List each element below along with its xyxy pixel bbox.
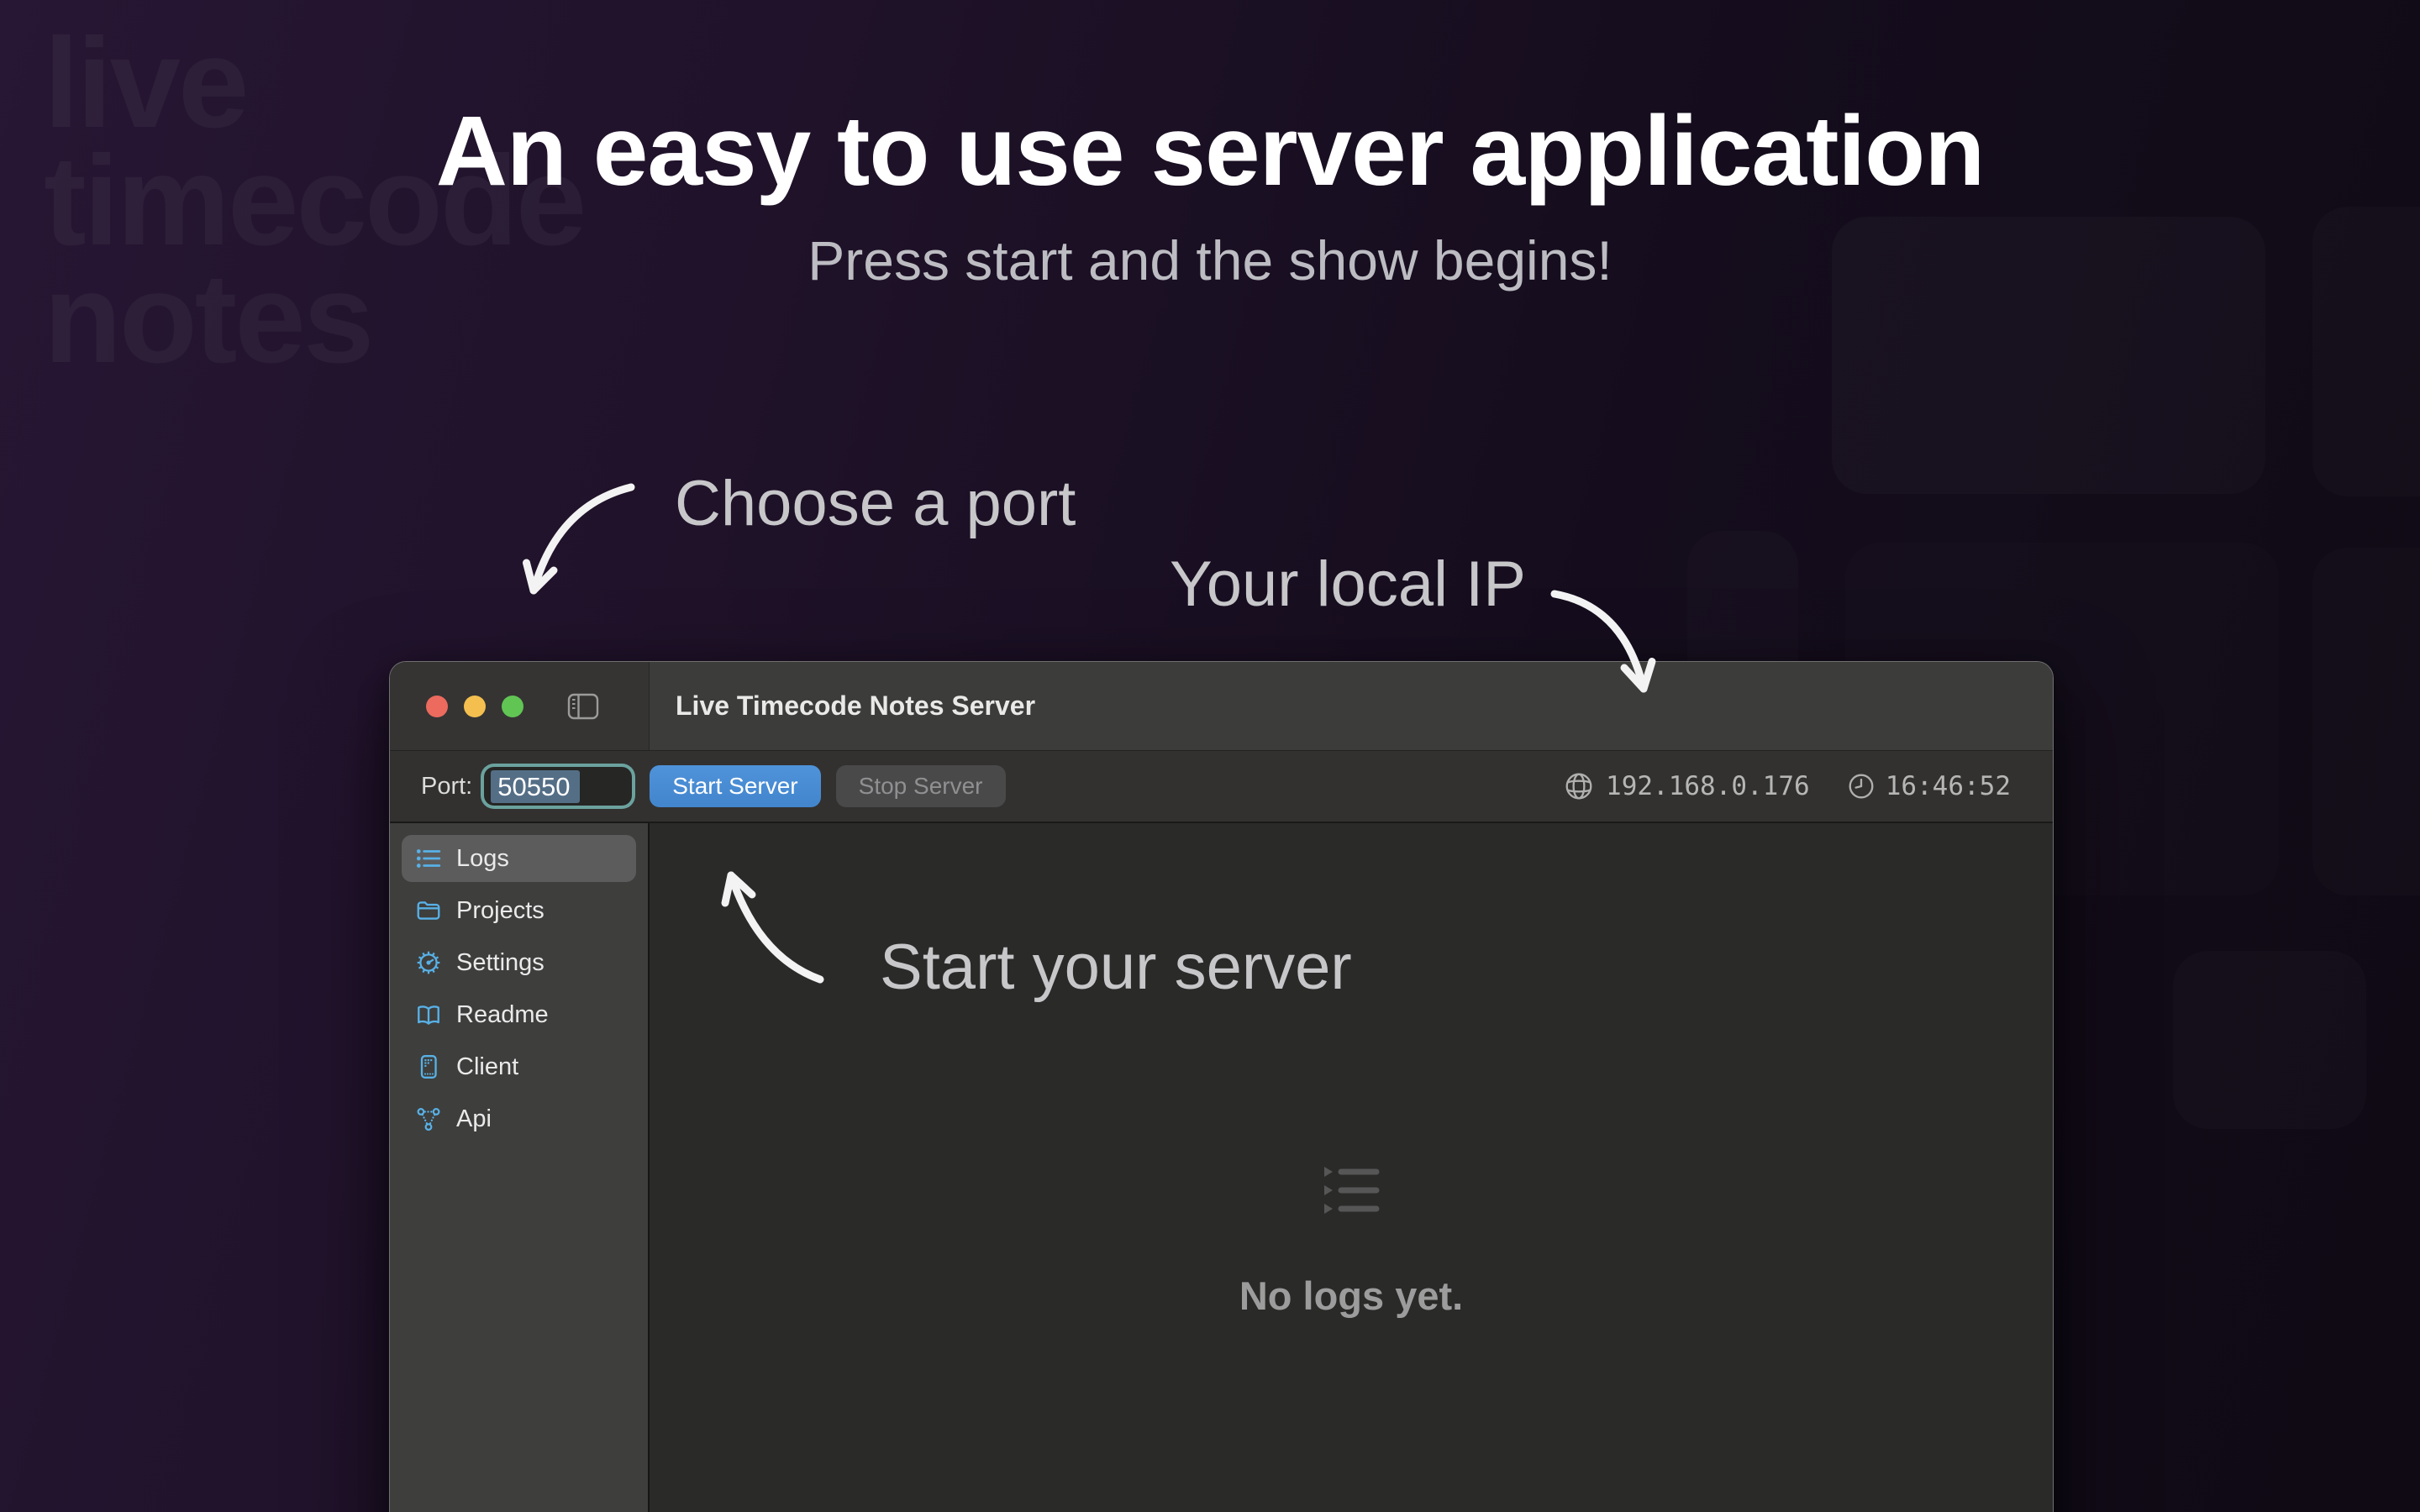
sidebar-toggle-icon[interactable] bbox=[565, 690, 602, 722]
sidebar-item-projects[interactable]: Projects bbox=[402, 887, 636, 934]
background-tile bbox=[2312, 548, 2420, 895]
sidebar-item-label: Api bbox=[456, 1105, 492, 1133]
sidebar-item-label: Settings bbox=[456, 949, 544, 977]
port-value-selected-text: 50550 bbox=[491, 770, 580, 803]
port-input[interactable]: 50550 bbox=[484, 767, 632, 806]
annotation-start-your-server: Start your server bbox=[880, 931, 1352, 1004]
clock-time-value: 16:46:52 bbox=[1886, 771, 2011, 801]
arrow-to-local-ip bbox=[1544, 581, 1658, 703]
annotation-your-local-ip: Your local IP bbox=[1170, 548, 1526, 621]
empty-logs-icon bbox=[1319, 1166, 1383, 1221]
sidebar: Logs Projects bbox=[390, 823, 650, 1512]
stop-server-button[interactable]: Stop Server bbox=[836, 765, 1006, 807]
page-subtitle: Press start and the show begins! bbox=[0, 228, 2420, 292]
toolbar-status-area: 192.168.0.176 16:46:52 bbox=[1564, 771, 2011, 801]
background-tile bbox=[2173, 951, 2366, 1129]
sidebar-item-label: Projects bbox=[456, 897, 544, 925]
close-window-button[interactable] bbox=[426, 696, 448, 717]
page-background: live timecode notes An easy to use serve… bbox=[0, 0, 2420, 1512]
start-server-button[interactable]: Start Server bbox=[650, 765, 820, 807]
titlebar-main-section: Live Timecode Notes Server bbox=[650, 662, 2053, 750]
app-window: Live Timecode Notes Server Port: 50550 S… bbox=[389, 661, 2054, 1512]
window-titlebar: Live Timecode Notes Server bbox=[390, 662, 2053, 750]
sidebar-item-settings[interactable]: Settings bbox=[402, 939, 636, 986]
clock-icon bbox=[1847, 772, 1876, 801]
zoom-window-button[interactable] bbox=[502, 696, 523, 717]
sidebar-item-label: Readme bbox=[456, 1001, 549, 1029]
empty-state: No logs yet. bbox=[650, 1166, 2053, 1319]
minimize-window-button[interactable] bbox=[464, 696, 486, 717]
globe-icon bbox=[1564, 771, 1594, 801]
list-bullet-icon bbox=[415, 845, 442, 872]
sidebar-item-label: Client bbox=[456, 1053, 518, 1081]
empty-state-message: No logs yet. bbox=[1239, 1273, 1463, 1319]
local-ip-value: 192.168.0.176 bbox=[1606, 771, 1810, 801]
sidebar-item-api[interactable]: Api bbox=[402, 1095, 636, 1142]
gear-icon bbox=[415, 949, 442, 976]
arrow-to-start-button bbox=[716, 860, 834, 990]
folder-icon bbox=[415, 897, 442, 924]
page-title: An easy to use server application bbox=[0, 94, 2420, 208]
logs-content-area: No logs yet. bbox=[650, 823, 2053, 1512]
titlebar-sidebar-section bbox=[390, 662, 650, 750]
sidebar-item-readme[interactable]: Readme bbox=[402, 991, 636, 1038]
annotation-choose-port: Choose a port bbox=[675, 467, 1076, 540]
arrow-to-port-input bbox=[517, 477, 643, 612]
port-label: Port: bbox=[421, 773, 472, 801]
window-title: Live Timecode Notes Server bbox=[676, 690, 1035, 722]
sidebar-item-label: Logs bbox=[456, 845, 509, 873]
client-device-icon bbox=[415, 1053, 442, 1080]
api-nodes-icon bbox=[415, 1105, 442, 1132]
sidebar-item-client[interactable]: Client bbox=[402, 1043, 636, 1090]
open-book-icon bbox=[415, 1001, 442, 1028]
window-body: Logs Projects bbox=[390, 823, 2053, 1512]
toolbar: Port: 50550 Start Server Stop Server 192… bbox=[390, 750, 2053, 823]
sidebar-item-logs[interactable]: Logs bbox=[402, 835, 636, 882]
